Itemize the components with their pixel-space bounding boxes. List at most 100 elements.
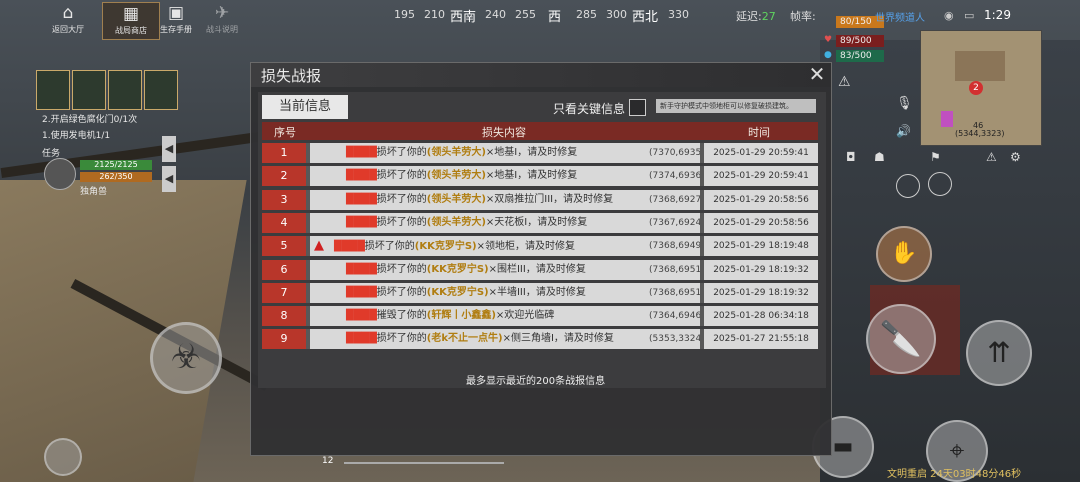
survival-manual-label: 生存手册 (160, 25, 192, 34)
player-name: 独角兽 (80, 187, 108, 197)
row-time: 2025-01-29 20:58:56 (704, 212, 818, 233)
drop-icon: ● (824, 50, 832, 60)
action-verb: 损坏了你的 (376, 333, 427, 345)
action-verb: 损坏了你的 (376, 147, 427, 158)
crouch-button[interactable]: ✋ (876, 226, 932, 282)
row-content: ████损坏了你的(领头羊劳大)×双扇推拉门III，请及时修复 (7368,692… (310, 189, 700, 210)
minimap[interactable]: 2 46 (5344,3323) (920, 30, 1042, 146)
row-content: ████损坏了你的(KK克罗宁S)×半墙III，请及时修复 (7368,6951) (310, 282, 700, 303)
avatar[interactable] (144, 70, 178, 110)
action-verb: 损坏了你的 (376, 263, 427, 275)
top-hud: ⌂ 返回大厅 ▦ 战局商店 ▣ 生存手册 ✈ 战斗说明 195 210 西南 2… (0, 0, 1080, 62)
damage-position: (7368,6927) (649, 194, 700, 205)
collapse-left-icon[interactable]: ◀ (162, 136, 176, 162)
map-button[interactable] (44, 438, 82, 476)
key-info-checkbox[interactable] (629, 99, 646, 116)
column-header-time: 时间 (748, 126, 770, 139)
owner-name: (领头羊劳大) (426, 147, 486, 158)
plane-icon: ✈ (214, 3, 230, 23)
row-time: 2025-01-29 20:58:56 (704, 189, 818, 210)
world-channel-label[interactable]: 世界频道人 (875, 9, 925, 24)
water-value: 83/500 (840, 51, 872, 61)
avatar[interactable] (36, 70, 70, 110)
table-row: 4 ████损坏了你的(领头羊劳大)×天花板I，请及时修复 (7367,6924) 2… (262, 212, 818, 233)
row-time: 2025-01-29 20:59:41 (704, 166, 818, 187)
row-number: 7 (262, 282, 306, 303)
attacker-name: ████ (346, 286, 377, 298)
minimap-coordinates: (5344,3323) (955, 129, 1005, 138)
mask-icon[interactable]: ☗ (874, 150, 885, 164)
action-verb: 损坏了你的 (376, 216, 427, 228)
row-time: 2025-01-28 06:34:18 (704, 306, 818, 327)
damage-position: (7367,6924) (649, 217, 700, 228)
battle-info-button[interactable]: ✈ 战斗说明 (194, 2, 250, 38)
row-content: ████损坏了你的(KK克罗宁S)×围栏III，请及时修复 (7368,6951) (310, 259, 700, 280)
task-label: 任务 (42, 149, 61, 159)
action-verb: 损坏了你的 (376, 286, 427, 298)
row-number: 1 (262, 143, 306, 163)
damaged-item: ×领地柜，请及时修复 (476, 241, 575, 253)
jump-button[interactable]: ⇈ (966, 320, 1032, 386)
quest-item[interactable]: 2.开启绿色腐化门0/1次 (42, 112, 137, 125)
row-number: 5 (262, 236, 306, 257)
row-number: 3 (262, 189, 306, 210)
player-mp-bar: 262/350 (80, 172, 152, 182)
warning-icon[interactable]: ⚠ (986, 150, 997, 164)
biohazard-button[interactable]: ☣ (150, 322, 222, 394)
owner-name: (轩辉丨小鑫鑫) (426, 310, 496, 322)
attacker-name: ████ (346, 147, 377, 158)
flag-icon[interactable]: ⚑ (930, 150, 941, 164)
avatar[interactable] (72, 70, 106, 110)
action-verb: 损坏了你的 (376, 170, 427, 182)
ammo-count: 12 (322, 456, 334, 466)
table-row: 3 ████损坏了你的(领头羊劳大)×双扇推拉门III，请及时修复 (7368,69… (262, 189, 818, 210)
map-marker-icon: 2 (969, 81, 983, 95)
swirl-icon[interactable] (896, 174, 920, 198)
warning-triangle-icon: ▲ (314, 238, 324, 254)
player-hp-bar: 2125/2125 (80, 160, 152, 170)
home-icon: ⌂ (62, 3, 74, 23)
player-avatar[interactable] (44, 158, 76, 190)
latency-value: 27 (761, 10, 776, 23)
alert-icon[interactable]: ⚠ (838, 74, 851, 90)
table-row: 6 ████损坏了你的(KK克罗宁S)×围栏III，请及时修复 (7368,6951… (262, 259, 818, 280)
table-row: 9 ████损坏了你的(老k不止一点牛)×侧三角墙I，请及时修复 (5353,332… (262, 329, 818, 350)
team-panel (36, 70, 178, 110)
row-content: ▲ ████损坏了你的(KK克罗宁S)×领地柜，请及时修复 (7368,6949) (310, 236, 700, 257)
knife-attack-button[interactable]: 🔪 (866, 304, 936, 374)
health-value: 89/500 (840, 36, 872, 46)
back-to-lobby-button[interactable]: ⌂ 返回大厅 (40, 2, 96, 38)
settings-icon[interactable]: ⚙ (1010, 150, 1021, 164)
attacker-name: ████ (346, 310, 377, 322)
damaged-item: ×侧三角墙I，请及时修复 (502, 333, 614, 345)
action-verb: 损坏了你的 (376, 193, 427, 205)
latency-label: 延迟: (736, 10, 762, 23)
footnote: 最多显示最近的200条战报信息 (466, 376, 606, 387)
clock: 1:29 (984, 8, 1011, 22)
row-time: 2025-01-29 18:19:32 (704, 259, 818, 280)
quest-item[interactable]: 1.使用发电机1/1 (42, 128, 110, 141)
row-content: ████损坏了你的(领头羊劳大)×地基I，请及时修复 (7374,6936) (310, 166, 700, 187)
damaged-item: ×地基I，请及时修复 (485, 147, 578, 158)
speaker-icon[interactable]: 🔊 (896, 124, 911, 138)
tab-current-info[interactable]: 当前信息 (262, 95, 348, 119)
row-number: 6 (262, 259, 306, 280)
table-row: 2 ████损坏了你的(领头羊劳大)×地基I，请及时修复 (7374,6936) 20… (262, 166, 818, 187)
close-icon[interactable]: ✕ (808, 64, 826, 84)
damaged-item: ×半墙III，请及时修复 (488, 286, 586, 298)
food-value: 80/150 (840, 17, 872, 27)
microphone-icon[interactable]: 🎙 (896, 96, 913, 111)
collapse-left-icon[interactable]: ◀ (162, 166, 176, 192)
battery-icon: ▭ (964, 9, 975, 22)
row-content: ████损坏了你的(领头羊劳大)×地基I，请及时修复 (7370,6935) (310, 143, 700, 163)
attacker-name: ████ (346, 333, 377, 345)
avatar[interactable] (108, 70, 142, 110)
camera-icon[interactable]: ◘ (846, 150, 856, 164)
compass-direction: 西南 (450, 10, 477, 25)
damaged-item: ×天花板I，请及时修复 (485, 216, 588, 228)
base-icon (941, 111, 953, 127)
row-content: ████摧毁了你的(轩辉丨小鑫鑫)×欢迎光临碑 (7364,6946) (310, 306, 700, 327)
owner-name: (KK克罗宁S) (414, 241, 477, 253)
owner-name: (领头羊劳大) (426, 170, 486, 182)
ring-icon[interactable] (928, 172, 952, 196)
